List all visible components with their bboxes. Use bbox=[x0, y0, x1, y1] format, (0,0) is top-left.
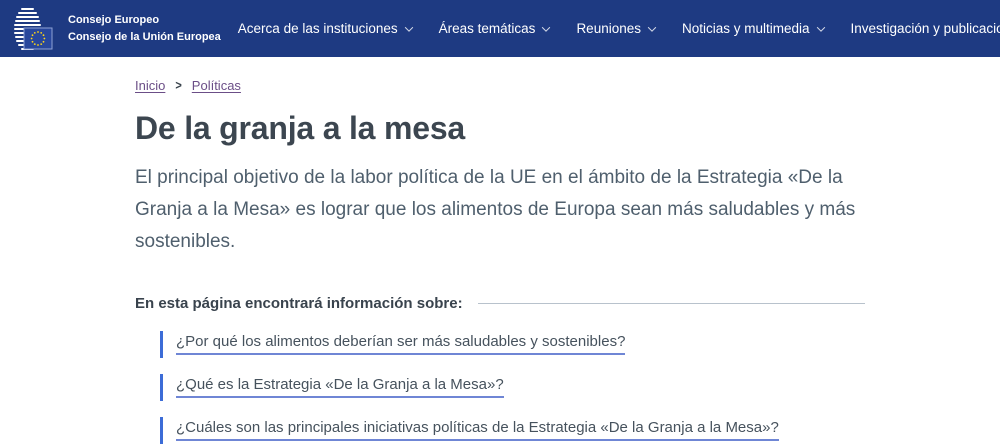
nav-item-investigacion[interactable]: Investigación y publicaciones bbox=[851, 21, 1000, 36]
chevron-down-icon bbox=[404, 23, 412, 31]
horizontal-rule bbox=[478, 303, 865, 304]
accent-bar bbox=[160, 374, 163, 401]
list-item: ¿Qué es la Estrategia «De la Granja a la… bbox=[160, 374, 865, 401]
list-item: ¿Por qué los alimentos deberían ser más … bbox=[160, 331, 865, 358]
site-title-line2: Consejo de la Unión Europea bbox=[68, 29, 221, 46]
accent-bar bbox=[160, 331, 163, 358]
list-item: ¿Cuáles son las principales iniciativas … bbox=[160, 417, 865, 444]
anchor-link-saludables[interactable]: ¿Por qué los alimentos deberían ser más … bbox=[176, 333, 625, 355]
on-this-page-header: En esta página encontrará información so… bbox=[135, 295, 865, 312]
page-content: Inicio > Políticas De la granja a la mes… bbox=[135, 78, 865, 444]
on-this-page-links: ¿Por qué los alimentos deberían ser más … bbox=[135, 331, 865, 444]
nav-item-noticias[interactable]: Noticias y multimedia bbox=[682, 21, 824, 36]
nav-item-label: Acerca de las instituciones bbox=[238, 21, 398, 36]
breadcrumb-link-politicas[interactable]: Políticas bbox=[192, 78, 241, 93]
chevron-down-icon bbox=[816, 23, 824, 31]
accent-bar bbox=[160, 417, 163, 444]
nav-item-label: Investigación y publicaciones bbox=[851, 21, 1000, 36]
page-title: De la granja a la mesa bbox=[135, 110, 865, 147]
chevron-down-icon bbox=[542, 23, 550, 31]
breadcrumb: Inicio > Políticas bbox=[135, 78, 865, 93]
council-logo[interactable] bbox=[8, 5, 54, 53]
europa-lantern-icon bbox=[8, 5, 54, 53]
nav-item-instituciones[interactable]: Acerca de las instituciones bbox=[238, 21, 412, 36]
top-navigation-bar: Consejo Europeo Consejo de la Unión Euro… bbox=[0, 0, 1000, 57]
site-title-line1: Consejo Europeo bbox=[68, 12, 221, 29]
on-this-page-label: En esta página encontrará información so… bbox=[135, 295, 463, 312]
nav-item-reuniones[interactable]: Reuniones bbox=[576, 21, 655, 36]
main-navigation: Acerca de las instituciones Áreas temáti… bbox=[238, 21, 1000, 36]
nav-item-label: Reuniones bbox=[576, 21, 641, 36]
anchor-link-estrategia[interactable]: ¿Qué es la Estrategia «De la Granja a la… bbox=[176, 376, 504, 398]
nav-item-label: Noticias y multimedia bbox=[682, 21, 810, 36]
anchor-link-iniciativas[interactable]: ¿Cuáles son las principales iniciativas … bbox=[176, 419, 779, 441]
breadcrumb-link-inicio[interactable]: Inicio bbox=[135, 78, 165, 93]
intro-paragraph: El principal objetivo de la labor políti… bbox=[135, 162, 865, 258]
nav-item-label: Áreas temáticas bbox=[439, 21, 536, 36]
eu-flag-icon bbox=[24, 28, 52, 49]
breadcrumb-separator: > bbox=[175, 79, 181, 93]
chevron-down-icon bbox=[648, 23, 656, 31]
site-title[interactable]: Consejo Europeo Consejo de la Unión Euro… bbox=[68, 12, 221, 45]
nav-item-areas-tematicas[interactable]: Áreas temáticas bbox=[439, 21, 550, 36]
